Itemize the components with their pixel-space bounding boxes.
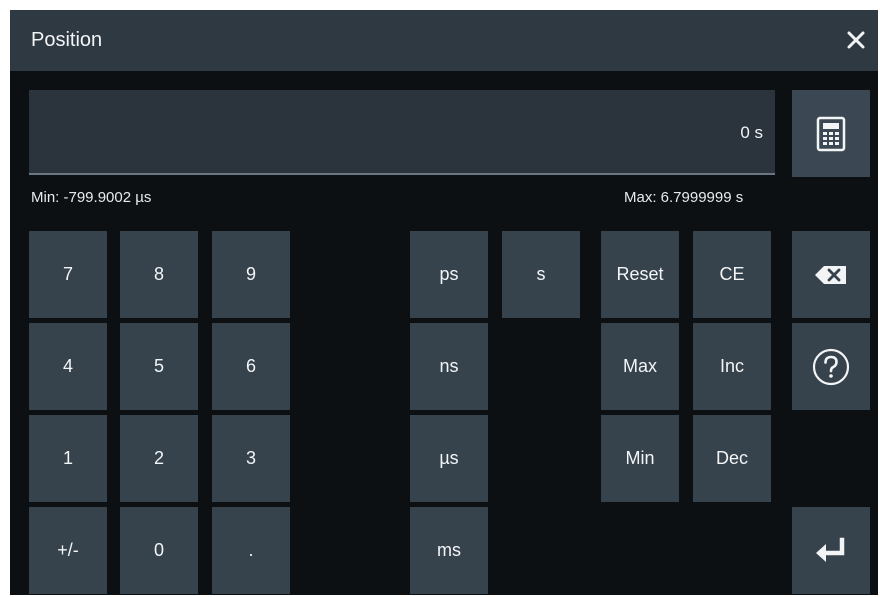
key-sign[interactable]: +/- (29, 507, 107, 594)
dialog-title: Position (31, 29, 103, 51)
title-bar: Position (10, 10, 878, 71)
help-icon (812, 348, 850, 385)
max-button[interactable]: Max (601, 323, 679, 410)
enter-icon (816, 537, 845, 562)
close-icon (847, 31, 865, 49)
key-2[interactable]: 2 (120, 415, 198, 502)
key-4[interactable]: 4 (29, 323, 107, 410)
unit-ps-button[interactable]: ps (410, 231, 488, 318)
max-label: Max: 6.7999999 s (624, 189, 744, 206)
key-6[interactable]: 6 (212, 323, 290, 410)
backspace-icon (815, 265, 846, 284)
min-label: Min: -799.9002 µs (31, 189, 152, 206)
calculator-icon (816, 116, 846, 151)
min-button[interactable]: Min (601, 415, 679, 502)
key-1[interactable]: 1 (29, 415, 107, 502)
backspace-button[interactable] (792, 231, 870, 318)
reset-button[interactable]: Reset (601, 231, 679, 318)
key-5[interactable]: 5 (120, 323, 198, 410)
key-8[interactable]: 8 (120, 231, 198, 318)
unit-s-button[interactable]: s (502, 231, 580, 318)
calculator-button[interactable] (792, 90, 870, 177)
dec-button[interactable]: Dec (693, 415, 771, 502)
help-button[interactable] (792, 323, 870, 410)
close-button[interactable] (840, 24, 872, 56)
key-7[interactable]: 7 (29, 231, 107, 318)
value-entry-field[interactable]: 0 s (29, 90, 775, 175)
key-9[interactable]: 9 (212, 231, 290, 318)
position-dialog: Position 0 s Min: -799.9002 µs Max: 6.79… (10, 10, 878, 595)
key-3[interactable]: 3 (212, 415, 290, 502)
unit-us-button[interactable]: µs (410, 415, 488, 502)
enter-button[interactable] (792, 507, 870, 594)
inc-button[interactable]: Inc (693, 323, 771, 410)
entry-value: 0 s (740, 123, 763, 142)
unit-ms-button[interactable]: ms (410, 507, 488, 594)
unit-ns-button[interactable]: ns (410, 323, 488, 410)
key-0[interactable]: 0 (120, 507, 198, 594)
ce-button[interactable]: CE (693, 231, 771, 318)
key-decimal[interactable]: . (212, 507, 290, 594)
